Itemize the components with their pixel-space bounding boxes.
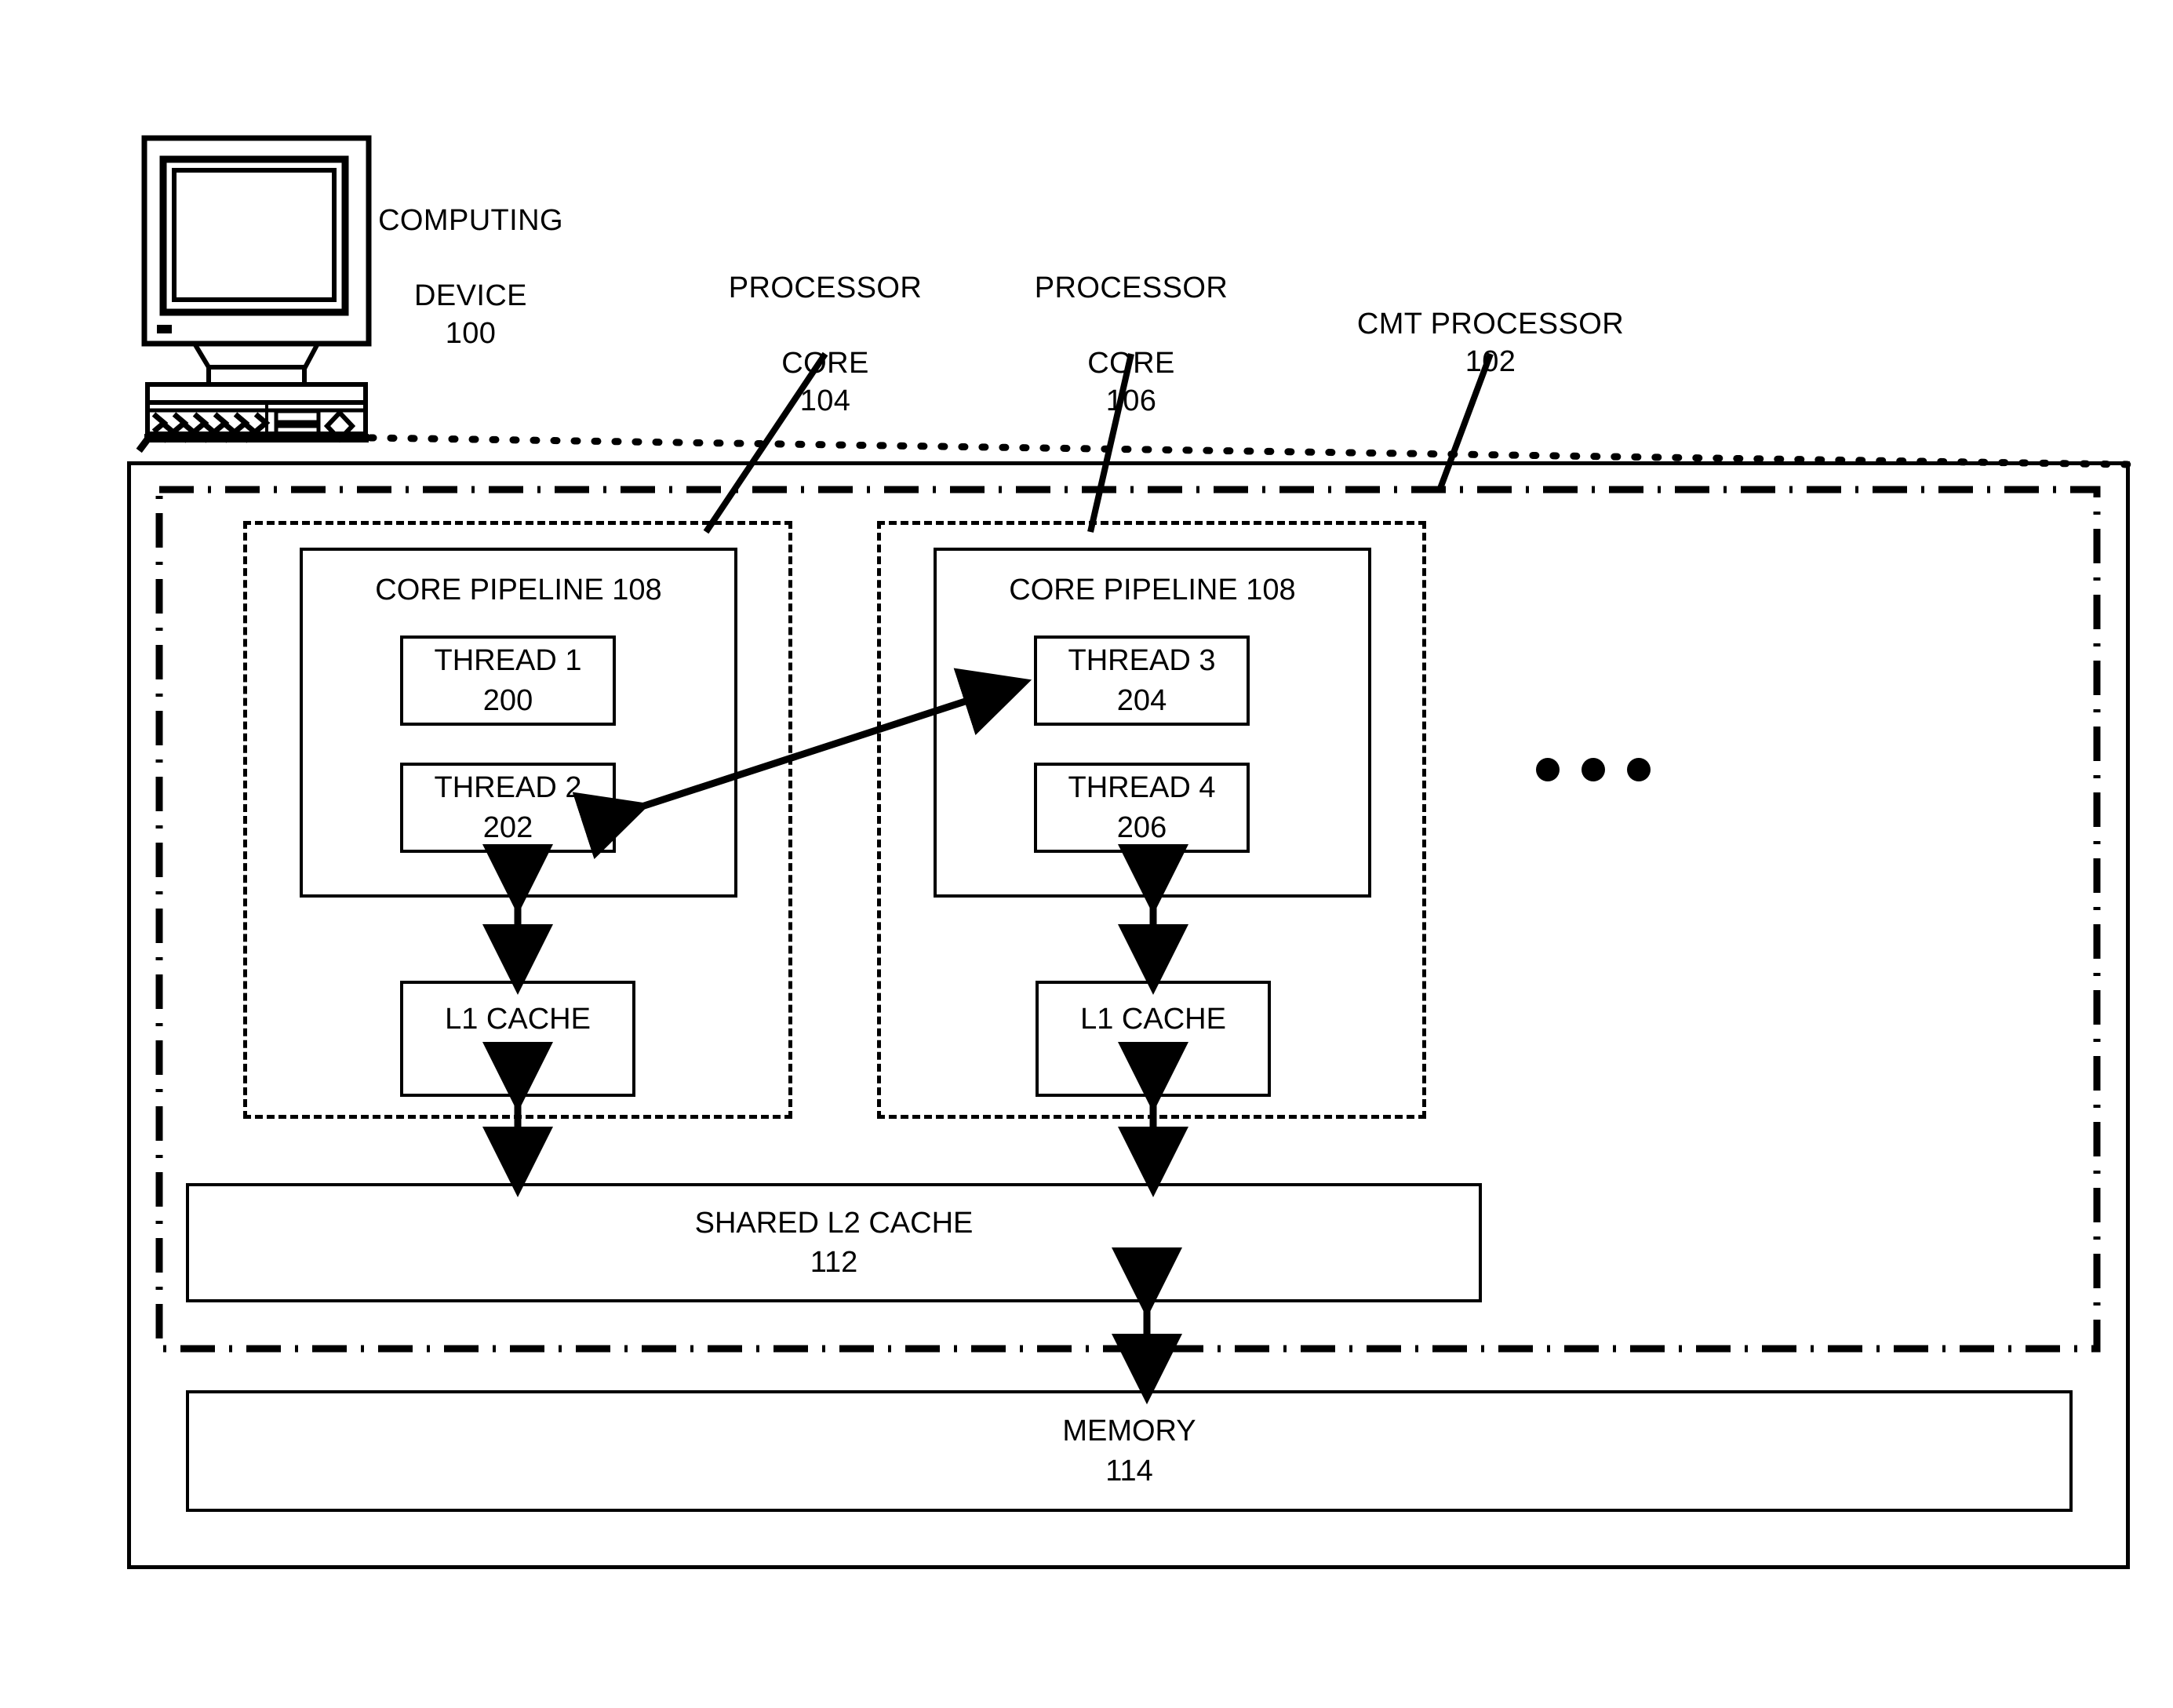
l1-cache-left-label: L1 CACHE [445,1002,591,1036]
callout-cmt-processor: CMT PROCESSOR 102 [1326,268,1655,419]
thread-box-4-label: THREAD 4 [1068,771,1216,805]
ellipsis-dot-1 [1536,758,1560,781]
shared-l2-cache: SHARED L2 CACHE 112 [186,1183,1482,1302]
shared-l2-cache-label: SHARED L2 CACHE [694,1206,974,1240]
l1-cache-right-number: 110 [1129,1042,1177,1075]
thread-box-1-number: 200 [482,683,533,717]
callout-processor-core-right-line2: CORE [1087,346,1175,380]
thread-box-2: THREAD 2 202 [400,763,616,853]
thread-box-1-label: THREAD 1 [434,644,582,678]
thread-box-2-number: 202 [482,810,533,844]
thread-box-1: THREAD 1 200 [400,635,616,726]
callout-processor-core-left-number: 104 [799,384,851,417]
callout-processor-core-right: PROCESSOR CORE 106 [998,232,1265,457]
core-pipeline-right-label: CORE PIPELINE 108 [1009,574,1296,606]
figure-canvas: COMPUTING DEVICE 100 PROCESSOR CORE 104 … [0,0,2173,1708]
memory-label: MEMORY [1062,1415,1196,1448]
shared-l2-cache-number: 112 [810,1246,858,1279]
callout-computing-device: COMPUTING DEVICE 100 [337,165,604,390]
callout-computing-device-line1: COMPUTING [378,203,563,237]
thread-box-3-label: THREAD 3 [1068,644,1216,678]
l1-cache-left-number: 110 [493,1042,542,1075]
callout-computing-device-number: 100 [445,316,497,350]
callout-processor-core-left-line1: PROCESSOR [728,271,923,304]
thread-box-4-number: 206 [1116,810,1167,844]
ellipsis-dot-3 [1627,758,1651,781]
thread-box-4: THREAD 4 206 [1034,763,1250,853]
memory-block: MEMORY 114 [186,1390,2073,1512]
ellipsis-dot-2 [1582,758,1605,781]
thread-box-2-label: THREAD 2 [434,771,582,805]
l1-cache-left: L1 CACHE 110 [400,981,635,1097]
thread-box-3: THREAD 3 204 [1034,635,1250,726]
callout-cmt-processor-number: 102 [1465,344,1516,378]
additional-cores-ellipsis [1536,758,1651,781]
memory-number: 114 [1105,1454,1153,1488]
callout-cmt-processor-line1: CMT PROCESSOR [1356,307,1625,341]
callout-computing-device-line2: DEVICE [414,279,527,312]
core-pipeline-left-label: CORE PIPELINE 108 [375,574,662,606]
thread-box-3-number: 204 [1116,683,1167,717]
l1-cache-right: L1 CACHE 110 [1036,981,1271,1097]
callout-processor-core-right-line1: PROCESSOR [1034,271,1228,304]
callout-processor-core-left-line2: CORE [781,346,869,380]
callout-processor-core-right-number: 106 [1105,384,1157,417]
l1-cache-right-label: L1 CACHE [1080,1002,1226,1036]
callout-processor-core-left: PROCESSOR CORE 104 [692,232,959,457]
